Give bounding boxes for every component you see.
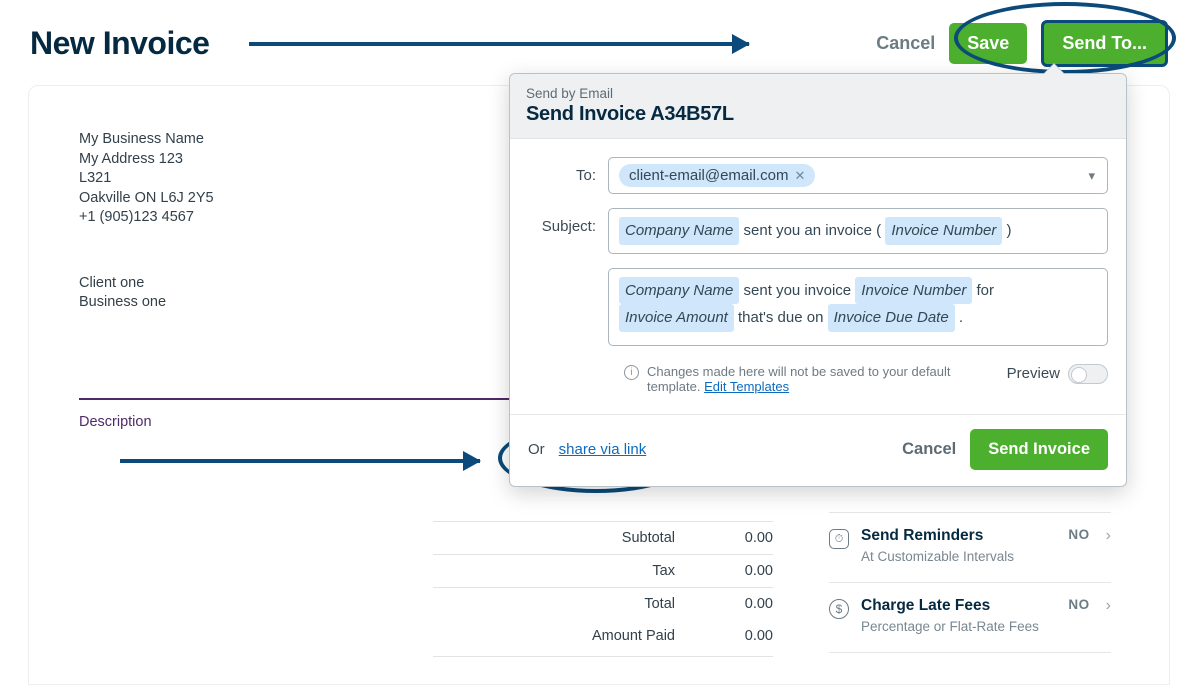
remove-email-icon[interactable]: ✕	[794, 168, 805, 184]
modal-header: Send by Email Send Invoice A34B57L	[510, 74, 1126, 139]
send-invoice-button[interactable]: Send Invoice	[970, 429, 1108, 470]
body-text-4: .	[955, 309, 963, 326]
email-tag[interactable]: client-email@email.com ✕	[619, 164, 815, 187]
modal-title: Send Invoice A34B57L	[526, 103, 1110, 126]
annotation-arrow-bottom	[120, 459, 480, 463]
share-via-link[interactable]: share via link	[559, 441, 647, 458]
total-value: 0.00	[703, 596, 773, 612]
total-label: Total	[433, 596, 703, 612]
info-text: Changes made here will not be saved to y…	[647, 364, 999, 394]
amount-paid-value: 0.00	[703, 628, 773, 644]
to-label: To:	[528, 157, 608, 184]
body-text-3: that's due on	[734, 309, 828, 326]
tax-value: 0.00	[703, 563, 773, 579]
latefees-option[interactable]: $ Charge Late Fees Percentage or Flat-Ra…	[829, 583, 1111, 652]
token-company-name[interactable]: Company Name	[619, 277, 739, 305]
description-header: Description	[79, 414, 152, 430]
token-invoice-amount[interactable]: Invoice Amount	[619, 304, 734, 332]
latefees-subtitle: Percentage or Flat-Rate Fees	[861, 619, 1056, 634]
annotation-arrow-top	[249, 42, 749, 46]
cancel-button[interactable]: Cancel	[876, 33, 935, 54]
token-company-name[interactable]: Company Name	[619, 217, 739, 245]
body-text-1: sent you invoice	[739, 282, 855, 299]
subtotal-label: Subtotal	[433, 530, 703, 546]
save-button[interactable]: Save	[949, 23, 1027, 64]
preview-toggle[interactable]	[1068, 364, 1108, 384]
body-text-2: for	[972, 282, 994, 299]
modal-cancel-button[interactable]: Cancel	[902, 440, 956, 459]
chevron-down-icon[interactable]: ▾	[1088, 168, 1095, 184]
subject-text-1: sent you an invoice (	[739, 222, 885, 239]
to-input[interactable]: client-email@email.com ✕ ▾	[608, 157, 1108, 194]
subject-text-2: )	[1002, 222, 1011, 239]
chevron-right-icon: ›	[1106, 597, 1111, 615]
subject-label: Subject:	[528, 208, 608, 235]
info-text-content: Changes made here will not be saved to y…	[647, 364, 951, 394]
tax-label: Tax	[433, 563, 703, 579]
side-options: ⏱ Send Reminders At Customizable Interva…	[829, 512, 1111, 653]
reminders-title: Send Reminders	[861, 527, 1056, 545]
preview-label: Preview	[1007, 365, 1060, 382]
reminders-option[interactable]: ⏱ Send Reminders At Customizable Interva…	[829, 513, 1111, 582]
reminders-subtitle: At Customizable Intervals	[861, 549, 1056, 564]
token-invoice-number[interactable]: Invoice Number	[855, 277, 972, 305]
email-tag-text: client-email@email.com	[629, 167, 788, 184]
info-icon: i	[624, 365, 639, 380]
amount-paid-label: Amount Paid	[433, 628, 703, 644]
token-due-date[interactable]: Invoice Due Date	[828, 304, 955, 332]
latefees-title: Charge Late Fees	[861, 597, 1056, 615]
send-email-modal: Send by Email Send Invoice A34B57L To: c…	[509, 73, 1127, 487]
or-text: Or	[528, 441, 545, 458]
chevron-right-icon: ›	[1106, 527, 1111, 545]
page-title: New Invoice	[30, 25, 209, 62]
token-invoice-number[interactable]: Invoice Number	[885, 217, 1002, 245]
totals-block: Subtotal 0.00 Tax 0.00 Total 0.00 Amount…	[433, 521, 773, 657]
edit-templates-link[interactable]: Edit Templates	[704, 379, 789, 394]
send-to-button[interactable]: Send To...	[1041, 20, 1168, 67]
modal-eyebrow: Send by Email	[526, 86, 1110, 101]
subject-input[interactable]: Company Name sent you an invoice ( Invoi…	[608, 208, 1108, 254]
latefees-status: NO	[1068, 597, 1089, 612]
clock-icon: ⏱	[829, 529, 849, 549]
dollar-icon: $	[829, 599, 849, 619]
subtotal-value: 0.00	[703, 530, 773, 546]
modal-caret	[1044, 64, 1064, 74]
reminders-status: NO	[1068, 527, 1089, 542]
body-input[interactable]: Company Name sent you invoice Invoice Nu…	[608, 268, 1108, 346]
